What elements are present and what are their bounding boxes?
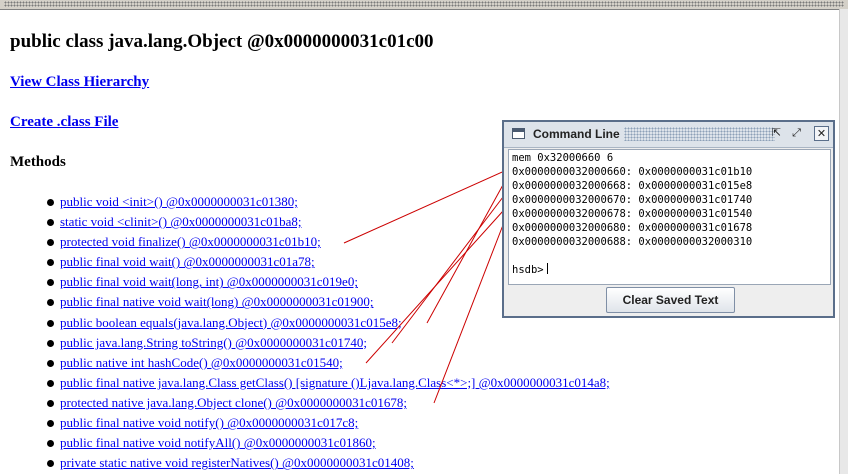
bullet-icon [47,279,54,287]
output-line: 0x0000000032000670: 0x0000000031c01740 [512,194,753,206]
bullet-icon [47,319,54,327]
method-link[interactable]: public final void wait() @0x0000000031c0… [60,254,315,269]
command-line-window: Command Line ⇱ ⤢ ✕ mem 0x32000660 6 0x000… [502,120,835,318]
output-line: 0x0000000032000680: 0x0000000031c01678 [512,222,753,234]
view-class-hierarchy-link[interactable]: View Class Hierarchy [10,74,149,91]
bullet-icon [47,299,54,307]
list-item: public final native java.lang.Class getC… [46,373,610,393]
bullet-icon [47,460,54,468]
method-link[interactable]: protected native java.lang.Object clone(… [60,395,407,410]
list-item: public final native void notifyAll() @0x… [46,433,610,453]
bullet-icon [47,440,54,448]
close-icon[interactable]: ✕ [814,126,829,141]
command-output[interactable]: mem 0x32000660 6 0x0000000032000660: 0x00… [508,149,831,285]
clear-saved-text-button[interactable]: Clear Saved Text [606,287,735,313]
method-link[interactable]: static void <clinit>() @0x0000000031c01b… [60,214,301,229]
method-link[interactable]: public final native void notifyAll() @0x… [60,435,376,450]
output-line: 0x0000000032000688: 0x0000000032000310 [512,236,753,248]
bullet-icon [47,420,54,428]
bullet-icon [47,379,54,387]
window-titlebar[interactable]: Command Line ⇱ ⤢ ✕ [504,122,833,148]
method-link[interactable]: public boolean equals(java.lang.Object) … [60,315,402,330]
output-line: 0x0000000032000678: 0x0000000031c01540 [512,208,753,220]
method-link[interactable]: public final native java.lang.Class getC… [60,375,610,390]
method-link[interactable]: public native int hashCode() @0x00000000… [60,355,343,370]
text-caret [546,263,548,274]
method-link[interactable]: public final native void notify() @0x000… [60,415,358,430]
bullet-icon [47,219,54,227]
output-line: mem 0x32000660 6 [512,152,614,164]
method-link[interactable]: protected void finalize() @0x0000000031c… [60,234,321,249]
bullet-icon [47,359,54,367]
vertical-scrollbar[interactable] [839,9,848,474]
method-link[interactable]: public final void wait(long, int) @0x000… [60,274,358,289]
method-link[interactable]: public final native void wait(long) @0x0… [60,294,373,309]
output-line: 0x0000000032000668: 0x0000000031c015e8 [512,180,753,192]
bullet-icon [47,239,54,247]
method-link[interactable]: public void <init>() @0x0000000031c01380… [60,194,298,209]
bullet-icon [47,339,54,347]
prompt-line[interactable]: hsdb> [512,263,827,277]
window-icon [512,128,525,139]
bullet-icon [47,199,54,206]
page-title: public class java.lang.Object @0x0000000… [10,31,434,52]
list-item: public native int hashCode() @0x00000000… [46,353,610,373]
bullet-icon [47,259,54,267]
bullet-icon [47,399,54,407]
list-item: public java.lang.String toString() @0x00… [46,333,610,353]
minimize-icon[interactable]: ⇱ [769,126,784,141]
method-link[interactable]: private static native void registerNativ… [60,455,414,470]
maximize-icon[interactable]: ⤢ [789,126,804,141]
method-link[interactable]: public java.lang.String toString() @0x00… [60,335,367,350]
list-item: protected native java.lang.Object clone(… [46,393,610,413]
create-class-file-link[interactable]: Create .class File [10,114,118,131]
window-title: Command Line [533,127,620,141]
top-frame-bar [0,0,848,10]
list-item: private static native void registerNativ… [46,453,610,473]
prompt-text: hsdb> [512,264,544,276]
list-item: public final native void notify() @0x000… [46,413,610,433]
methods-heading: Methods [10,154,66,170]
output-line: 0x0000000032000660: 0x0000000031c01b10 [512,166,753,178]
